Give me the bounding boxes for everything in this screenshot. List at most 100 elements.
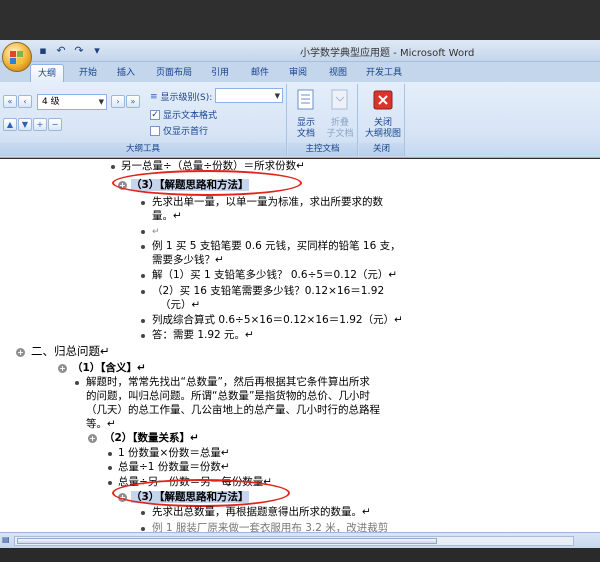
show-level-row: ≡ 显示级别(S): [150,90,213,104]
document-area[interactable]: 另一总量÷（总量÷份数）＝所求份数↵ + （3）【解题思路和方法】 先求出单一量… [0,159,600,532]
group-master-document: 显示 文档 折叠 子文档 主控文档 [288,84,358,156]
doc-line: 总量÷1 份数量＝份数↵ [118,461,230,473]
tab-mailings[interactable]: 邮件 [244,64,276,82]
view-switch-icon[interactable]: ▤ [2,535,12,545]
horizontal-scrollbar[interactable] [14,536,574,546]
collapse-subdocuments-button[interactable]: 折叠 子文档 [322,88,358,140]
show-level-select[interactable]: ▼ [215,88,283,103]
show-document-button[interactable]: 显示 文档 [288,88,324,140]
redo-icon[interactable]: ↷ [72,44,86,58]
list-bullet [141,230,145,234]
close-outline-label: 关闭 [373,118,392,128]
expand-icon[interactable]: + [33,118,47,131]
list-bullet [75,381,79,385]
close-outline-view-button[interactable]: 关闭 大纲视图 [363,88,403,140]
list-bullet [141,290,145,294]
office-button[interactable] [2,42,32,72]
tab-references[interactable]: 引用 [204,64,236,82]
show-text-format-checkbox[interactable]: ✓ [150,109,160,120]
doc-line: 等。↵ [86,418,116,430]
doc-line: 列成综合算式 0.6÷5×16＝0.12×16＝1.92（元）↵ [152,314,403,326]
tab-developer[interactable]: 开发工具 [360,64,408,82]
list-bullet [141,245,145,249]
customize-chevron-down-icon[interactable]: ▾ [90,44,104,58]
doc-line: 先求出总数量，再根据题意得出所求的数量。↵ [152,506,371,518]
outline-level-select[interactable]: 4 级 ▼ [37,94,107,110]
doc-heading: （2）【数量关系】↵ [104,432,199,444]
list-bullet [141,527,145,531]
collapse-icon[interactable]: − [48,118,62,131]
doc-line: 需要多少钱？↵ [152,254,224,266]
expand-plus-icon[interactable]: + [88,434,97,443]
doc-line: 解（1）买 1 支铅笔多少钱？ 0.6÷5＝0.12（元）↵ [152,269,398,281]
doc-line: 例 1 买 5 支铅笔要 0.6 元钱，买同样的铅笔 16 支， [152,240,401,252]
collapse-subdocuments-label-2: 子文档 [326,129,354,139]
demote-icon[interactable]: › [111,95,125,108]
chevron-down-icon: ▼ [98,98,104,106]
expand-plus-icon[interactable]: + [16,348,25,357]
chevron-down-icon: ▼ [274,92,280,100]
doc-line: ↵ [152,224,160,239]
group-label-close: 关闭 [359,143,404,156]
group-outline-tools: « ‹ 4 级 ▼ › » ▲ ▼ + − ≡ 显示级别(S): ▼ ✓ 显示文… [0,84,287,156]
close-icon [373,90,393,110]
tab-home[interactable]: 开始 [72,64,104,82]
expand-plus-icon[interactable]: + [58,364,67,373]
collapse-subdocuments-label: 折叠 [330,118,349,128]
taskbar-strip [0,548,600,562]
list-bullet [108,481,112,485]
promote-to-heading1-icon[interactable]: « [3,95,17,108]
list-bullet [141,334,145,338]
tab-page-layout[interactable]: 页面布局 [150,64,198,82]
list-bullet [108,466,112,470]
list-bullet [141,511,145,515]
undo-icon[interactable]: ↶ [54,44,68,58]
doc-line: （几天）的总工作量、几公亩地上的总产量、几小时行的总路程 [86,404,380,416]
doc-heading: 二、归总问题↵ [31,344,110,358]
show-level-icon: ≡ [150,91,158,102]
doc-line: 解题时，常常先找出“总数量”，然后再根据其它条件算出所求 [86,376,370,388]
tab-review[interactable]: 审阅 [282,64,314,82]
list-bullet [108,452,112,456]
doc-line: 例 1 服装厂原来做一套衣服用布 3.2 米，改进裁剪 [152,522,389,532]
tab-outline[interactable]: 大纲 [30,64,64,82]
show-document-label-2: 文档 [296,129,315,139]
scrollbar-thumb[interactable] [17,538,437,544]
word-window: ▪ ↶ ↷ ▾ 小学数学典型应用题 - Microsoft Word 大纲 开始… [0,0,600,562]
tab-view[interactable]: 视图 [322,64,354,82]
list-bullet [141,274,145,278]
doc-line: 答：需要 1.92 元。↵ [152,329,254,341]
close-outline-label-2: 大纲视图 [364,129,401,139]
window-title: 小学数学典型应用题 - Microsoft Word [300,48,475,59]
office-logo-icon [17,51,23,57]
doc-line: 1 份数量×份数＝总量↵ [118,447,230,459]
office-logo-icon [17,58,23,64]
show-first-line-label: 仅显示首行 [163,127,209,137]
subdocument-icon [331,89,348,110]
promote-icon[interactable]: ‹ [18,95,32,108]
doc-line: 量。↵ [152,210,182,222]
paragraph-mark: ↵ [152,227,160,237]
list-bullet [111,165,115,169]
demote-to-body-icon[interactable]: » [126,95,140,108]
show-first-line-checkbox[interactable] [150,125,160,136]
outline-level-value: 4 级 [42,97,60,107]
ribbon-tabs: 大纲 开始 插入 页面布局 引用 邮件 审阅 视图 开发工具 [0,62,600,82]
show-first-line-row[interactable]: 仅显示首行 [150,124,208,137]
save-icon[interactable]: ▪ [36,44,50,58]
document-icon [297,89,314,110]
office-logo-icon [10,58,16,64]
move-down-icon[interactable]: ▼ [18,118,32,131]
doc-line: （2）买 16 支铅笔需要多少钱？0.12×16＝1.92 [152,285,385,297]
doc-heading: （1）【含义】↵ [72,362,146,374]
group-label-master-document: 主控文档 [288,143,357,156]
office-logo-icon [10,51,16,57]
show-level-label: 显示级别(S): [160,93,213,103]
quick-access-toolbar: ▪ ↶ ↷ ▾ [36,44,104,58]
show-text-format-label: 显示文本格式 [163,111,218,121]
group-close: 关闭 大纲视图 关闭 [359,84,405,156]
show-text-format-row[interactable]: ✓ 显示文本格式 [150,108,217,121]
doc-line: 先求出单一量，以单一量为标准，求出所要求的数 [152,196,383,208]
move-up-icon[interactable]: ▲ [3,118,17,131]
tab-insert[interactable]: 插入 [110,64,142,82]
